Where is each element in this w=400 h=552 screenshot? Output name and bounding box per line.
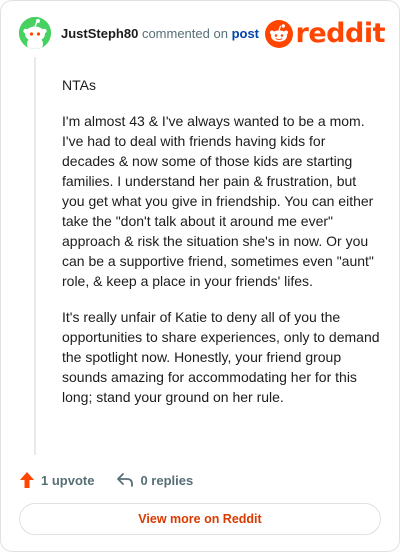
reddit-snoo-icon — [264, 20, 293, 48]
comment-actions: 1 upvote 0 replies — [19, 469, 215, 491]
reply-arrow-icon — [117, 473, 134, 487]
reddit-wordmark: reddit — [295, 18, 386, 49]
thread-line — [34, 57, 36, 455]
comment-paragraph: I'm almost 43 & I've always wanted to be… — [62, 113, 374, 289]
byline: JustSteph80 commented on post — [61, 26, 259, 41]
upvote-arrow-icon — [20, 472, 34, 488]
replies-button[interactable]: 0 replies — [116, 472, 193, 488]
upvote-count: 1 upvote — [41, 472, 95, 488]
view-more-button[interactable]: View more on Reddit — [19, 503, 381, 535]
reddit-logo[interactable]: reddit — [264, 17, 386, 51]
comment-paragraph: It's really unfair of Katie to deny all … — [62, 309, 380, 405]
replies-count: 0 replies — [140, 472, 194, 488]
comment-body: NTAs I'm almost 43 & I've always wanted … — [62, 75, 382, 423]
embedded-comment-card: JustSteph80 commented on post reddit NTA… — [0, 0, 400, 552]
comment-paragraph: NTAs — [62, 77, 96, 93]
upvote-button[interactable]: 1 upvote — [19, 471, 94, 489]
username-link[interactable]: JustSteph80 — [61, 26, 138, 41]
post-link[interactable]: post — [232, 26, 259, 41]
snoo-avatar-icon[interactable] — [19, 17, 51, 49]
comment-header: JustSteph80 commented on post reddit — [19, 17, 386, 51]
byline-verb: commented on — [141, 26, 228, 41]
